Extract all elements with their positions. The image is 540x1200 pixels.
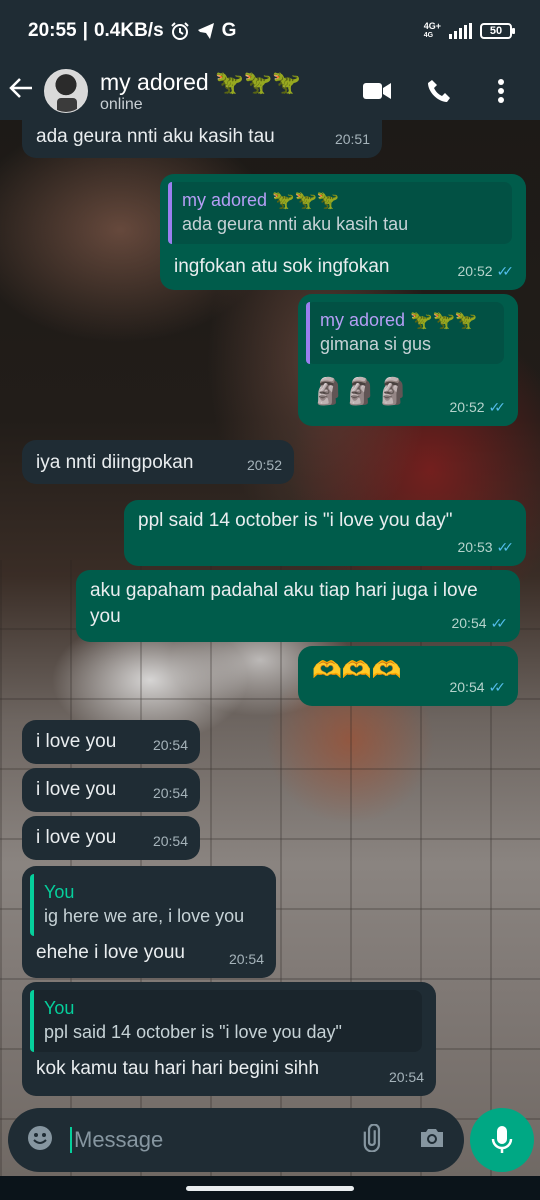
- alarm-icon: [170, 22, 189, 40]
- back-arrow-icon[interactable]: [8, 75, 38, 107]
- message-bubble-outgoing[interactable]: 🫶🫶🫶 20:54 ✓✓: [298, 646, 518, 706]
- contact-status: online: [100, 96, 143, 113]
- message-bubble-outgoing[interactable]: ppl said 14 october is "i love you day" …: [124, 500, 526, 566]
- chat-header: my adored 🦖🦖🦖 online: [0, 62, 540, 120]
- message-text: ehehe i love youu: [36, 942, 185, 963]
- mic-icon: [491, 1126, 513, 1153]
- message-bubble-outgoing[interactable]: my adored 🦖🦖🦖 ada geura nnti aku kasih t…: [160, 174, 526, 290]
- message-text: ada geura nnti aku kasih tau: [36, 126, 275, 147]
- system-nav-bar: [0, 1176, 540, 1200]
- quoted-message[interactable]: You ig here we are, i love you: [30, 874, 262, 936]
- message-text: i love you: [36, 731, 117, 752]
- message-emoji: 🫶🫶🫶: [312, 657, 402, 684]
- contact-info[interactable]: my adored 🦖🦖🦖 online: [100, 68, 301, 114]
- message-time: 20:54: [451, 615, 487, 631]
- read-ticks-icon: ✓✓: [496, 539, 515, 555]
- emoji-icon[interactable]: [26, 1124, 54, 1157]
- message-bubble-outgoing[interactable]: aku gapaham padahal aku tiap hari juga i…: [76, 570, 520, 642]
- message-bubble-incoming[interactable]: i love you 20:54: [22, 768, 200, 812]
- avatar[interactable]: [44, 69, 88, 113]
- message-time: 20:54: [228, 951, 264, 967]
- attach-icon[interactable]: [360, 1122, 388, 1157]
- message-text: i love you: [36, 779, 117, 800]
- status-divider: |: [82, 20, 88, 41]
- message-text: iya nnti diingpokan: [36, 452, 194, 473]
- message-text: ppl said 14 october is "i love you day": [138, 510, 453, 531]
- quote-author: my adored 🦖🦖🦖: [182, 190, 340, 210]
- read-ticks-icon: ✓✓: [490, 615, 509, 631]
- message-time: 20:54: [152, 737, 188, 753]
- telegram-icon: [197, 23, 214, 39]
- message-time: 20:54: [388, 1069, 424, 1085]
- quote-text: gimana si gus: [320, 334, 432, 354]
- quote-text: ada geura nnti aku kasih tau: [182, 214, 409, 234]
- camera-icon[interactable]: [418, 1125, 446, 1156]
- status-speed: 0.4KB/s: [93, 20, 164, 41]
- battery-icon: 50: [480, 23, 515, 39]
- status-bar: 20:55 | 0.4KB/s G 4G+ 4G 50: [0, 0, 540, 62]
- message-text: i love you: [36, 827, 117, 848]
- message-bubble-incoming[interactable]: iya nnti diingpokan 20:52: [22, 440, 294, 484]
- message-text: kok kamu tau hari hari begini sihh: [36, 1058, 320, 1079]
- quote-text: ig here we are, i love you: [44, 906, 245, 926]
- network-label-bottom: 4G: [423, 32, 434, 39]
- message-bubble-incoming[interactable]: ada geura nnti aku kasih tau 20:51: [22, 116, 382, 158]
- message-time: 20:54: [152, 833, 188, 849]
- read-ticks-icon: ✓✓: [496, 263, 515, 279]
- message-emoji: 🗿🗿🗿: [312, 376, 410, 406]
- message-time: 20:54: [152, 785, 188, 801]
- message-bubble-incoming[interactable]: You ppl said 14 october is "i love you d…: [22, 982, 436, 1096]
- message-time: 20:51: [334, 131, 370, 147]
- video-call-icon[interactable]: [360, 74, 394, 108]
- read-ticks-icon: ✓✓: [488, 679, 507, 695]
- quoted-message[interactable]: my adored 🦖🦖🦖 gimana si gus: [306, 302, 504, 364]
- quoted-message[interactable]: my adored 🦖🦖🦖 ada geura nnti aku kasih t…: [168, 182, 512, 244]
- signal-icon: [449, 23, 472, 39]
- message-text: ingfokan atu sok ingfokan: [174, 256, 390, 277]
- quote-author: You: [44, 998, 75, 1018]
- home-gesture-bar[interactable]: [186, 1186, 354, 1191]
- message-time: 20:52: [457, 263, 493, 279]
- message-text: aku gapaham padahal aku tiap hari juga i…: [90, 580, 478, 627]
- read-ticks-icon: ✓✓: [488, 399, 507, 415]
- message-composer: Message: [8, 1108, 464, 1172]
- network-label-top: 4G+: [423, 21, 441, 31]
- more-options-icon[interactable]: [484, 74, 518, 108]
- message-bubble-incoming[interactable]: You ig here we are, i love you ehehe i l…: [22, 866, 276, 978]
- message-time: 20:54: [449, 679, 485, 695]
- g-icon: G: [221, 20, 237, 41]
- status-time: 20:55: [28, 20, 77, 41]
- message-bubble-outgoing[interactable]: my adored 🦖🦖🦖 gimana si gus 🗿🗿🗿 20:52 ✓✓: [298, 294, 518, 426]
- message-bubble-incoming[interactable]: i love you 20:54: [22, 816, 200, 860]
- message-bubble-incoming[interactable]: i love you 20:54: [22, 720, 200, 764]
- message-time: 20:53: [457, 539, 493, 555]
- quote-author: You: [44, 882, 75, 902]
- mic-button[interactable]: [470, 1108, 534, 1172]
- quoted-message[interactable]: You ppl said 14 october is "i love you d…: [30, 990, 422, 1052]
- message-time: 20:52: [246, 457, 282, 473]
- message-time: 20:52: [449, 399, 485, 415]
- quote-text: ppl said 14 october is "i love you day": [44, 1022, 342, 1042]
- network-type: 4G+ 4G: [424, 22, 441, 40]
- contact-name: my adored 🦖🦖🦖: [100, 69, 301, 95]
- voice-call-icon[interactable]: [422, 74, 456, 108]
- quote-author: my adored 🦖🦖🦖: [320, 310, 478, 330]
- message-input[interactable]: Message: [70, 1127, 163, 1153]
